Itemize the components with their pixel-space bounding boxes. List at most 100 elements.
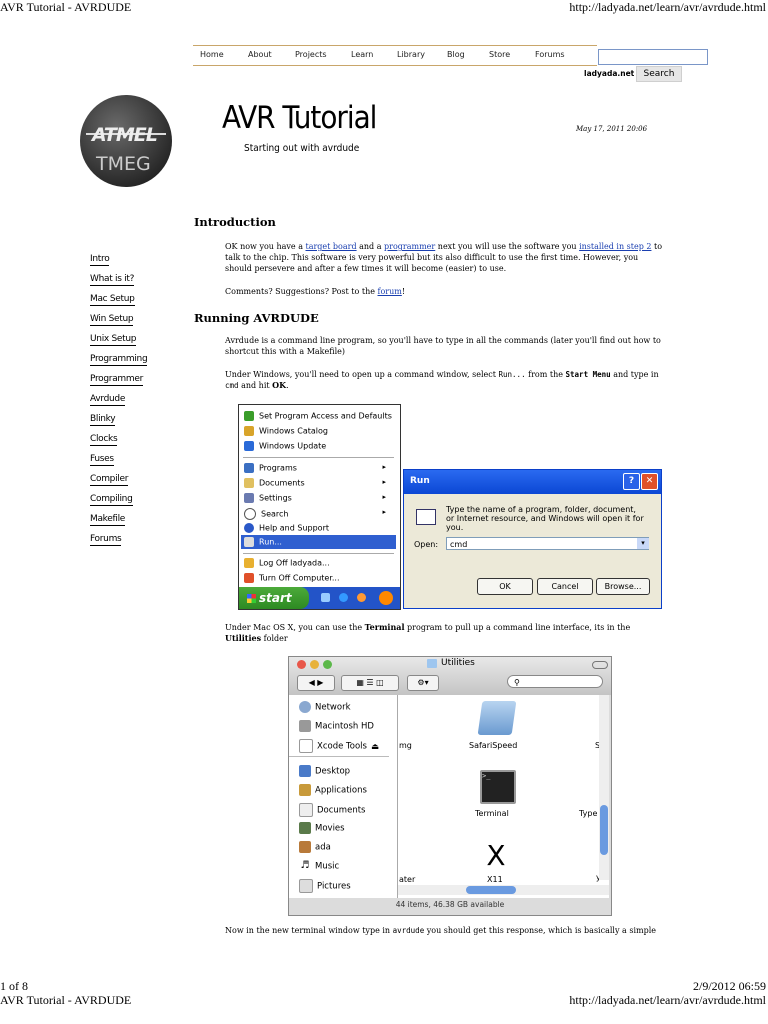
- sidebar-label: Documents: [317, 805, 366, 816]
- nav-home[interactable]: Home: [200, 50, 224, 59]
- nav-library[interactable]: Library: [397, 50, 425, 59]
- nav-store[interactable]: Store: [489, 50, 510, 59]
- sidebar-item-blinky[interactable]: Blinky: [90, 414, 116, 426]
- nav-projects[interactable]: Projects: [295, 50, 327, 59]
- nav-forums[interactable]: Forums: [535, 50, 565, 59]
- program-access-icon: [244, 411, 254, 421]
- documents-icon: [244, 478, 254, 488]
- close-icon[interactable]: [297, 660, 306, 669]
- logo-text-2: TMEG: [96, 153, 151, 175]
- sm-turn-off[interactable]: Turn Off Computer...: [244, 573, 340, 583]
- sidebar-music[interactable]: ♬ Music: [299, 860, 339, 872]
- x11-icon[interactable]: X: [481, 841, 511, 871]
- sm-search[interactable]: Search ▸: [244, 508, 394, 520]
- search-icon: [244, 508, 256, 520]
- code-cmd: cmd: [225, 381, 239, 390]
- sm-run[interactable]: Run...: [244, 537, 282, 547]
- sidebar-item-fuses[interactable]: Fuses: [90, 454, 114, 466]
- eject-icon[interactable]: ⏏: [371, 742, 379, 752]
- scroll-thumb[interactable]: [600, 805, 608, 855]
- help-button[interactable]: ?: [623, 473, 640, 490]
- sm-label: Run...: [259, 537, 282, 547]
- sidebar-desktop[interactable]: Desktop: [299, 765, 350, 777]
- firefox-icon[interactable]: [357, 593, 366, 602]
- sidebar-item-win-setup[interactable]: Win Setup: [90, 314, 134, 326]
- help-icon: [244, 523, 254, 533]
- cancel-button[interactable]: Cancel: [537, 578, 593, 595]
- sm-documents[interactable]: Documents ▸: [244, 478, 394, 488]
- finder-toolbar: Utilities ◀ ▶ ▦ ☰ ◫ ⚙▾ ⚲: [289, 657, 611, 695]
- scroll-thumb[interactable]: [466, 886, 516, 894]
- search-button[interactable]: Search: [636, 66, 682, 82]
- update-icon: [244, 441, 254, 451]
- horizontal-scrollbar[interactable]: [398, 885, 609, 895]
- sm-settings[interactable]: Settings ▸: [244, 493, 394, 503]
- view-mode-icon[interactable]: ▦ ☰ ◫: [341, 675, 399, 691]
- sm-windows-catalog[interactable]: Windows Catalog: [244, 426, 328, 436]
- sidebar-divider: [289, 756, 389, 757]
- sidebar-label: Macintosh HD: [315, 721, 374, 732]
- sidebar-item-mac-setup[interactable]: Mac Setup: [90, 294, 135, 306]
- minimize-icon[interactable]: [310, 660, 319, 669]
- sm-set-program-access[interactable]: Set Program Access and Defaults: [244, 411, 392, 421]
- sm-windows-update[interactable]: Windows Update: [244, 441, 326, 451]
- sidebar-ada[interactable]: ada: [299, 841, 331, 853]
- gear-icon[interactable]: ⚙▾: [407, 675, 439, 691]
- open-input[interactable]: cmd: [446, 537, 649, 550]
- firefox-icon-large[interactable]: [379, 591, 393, 605]
- toolbar-toggle-icon[interactable]: [592, 661, 608, 669]
- nav-blog[interactable]: Blog: [447, 50, 465, 59]
- sidebar-xcode-tools[interactable]: Xcode Tools ⏏: [299, 739, 379, 753]
- sidebar-documents[interactable]: Documents: [299, 803, 365, 817]
- text-run: OK now you have a: [225, 242, 306, 251]
- bold-utilities: Utilities: [225, 633, 262, 643]
- nav-learn[interactable]: Learn: [351, 50, 373, 59]
- search-icon[interactable]: ⚲: [507, 675, 603, 688]
- ie-icon[interactable]: [339, 593, 348, 602]
- finder-window: Utilities ◀ ▶ ▦ ☰ ◫ ⚙▾ ⚲ Network Macinto…: [288, 656, 612, 916]
- sm-programs[interactable]: Programs ▸: [244, 463, 394, 473]
- sm-log-off[interactable]: Log Off ladyada...: [244, 558, 330, 568]
- sidebar-item-compiling[interactable]: Compiling: [90, 494, 133, 506]
- sidebar-item-what-is-it[interactable]: What is it?: [90, 274, 134, 286]
- sidebar-pictures[interactable]: Pictures: [299, 879, 351, 893]
- quicklaunch-icon[interactable]: [321, 593, 330, 602]
- search-input[interactable]: [598, 49, 708, 65]
- sidebar-item-compiler[interactable]: Compiler: [90, 474, 128, 486]
- sidebar-item-clocks[interactable]: Clocks: [90, 434, 118, 446]
- sm-help-support[interactable]: Help and Support: [244, 523, 329, 533]
- text-run: next you will use the software you: [435, 242, 580, 251]
- chevron-down-icon[interactable]: ▾: [637, 538, 649, 549]
- link-target-board[interactable]: target board: [306, 242, 357, 251]
- sidebar-macintosh-hd[interactable]: Macintosh HD: [299, 720, 374, 732]
- sidebar-item-makefile[interactable]: Makefile: [90, 514, 125, 526]
- sidebar-network[interactable]: Network: [299, 701, 351, 713]
- text-run: Comments? Suggestions? Post to the: [225, 287, 378, 296]
- ok-button[interactable]: OK: [477, 578, 533, 595]
- start-button[interactable]: start: [239, 587, 309, 609]
- link-forum[interactable]: forum: [378, 287, 402, 296]
- sidebar-item-programming[interactable]: Programming: [90, 354, 148, 366]
- sidebar-movies[interactable]: Movies: [299, 822, 345, 834]
- sidebar-item-avrdude[interactable]: Avrdude: [90, 394, 125, 406]
- nav-about[interactable]: About: [248, 50, 272, 59]
- link-installed-step-2[interactable]: installed in step 2: [579, 242, 651, 251]
- back-forward-icon[interactable]: ◀ ▶: [297, 675, 335, 691]
- link-programmer[interactable]: programmer: [384, 242, 435, 251]
- sm-label: Search: [261, 509, 289, 519]
- sidebar-item-programmer[interactable]: Programmer: [90, 374, 143, 386]
- zoom-icon[interactable]: [323, 660, 332, 669]
- vertical-scrollbar[interactable]: [599, 695, 609, 880]
- browse-button[interactable]: Browse...: [596, 578, 650, 595]
- sidebar-item-forums[interactable]: Forums: [90, 534, 122, 546]
- running-paragraph-1: Avrdude is a command line program, so yo…: [225, 336, 661, 356]
- sidebar-item-unix-setup[interactable]: Unix Setup: [90, 334, 136, 346]
- sm-label: Programs: [259, 463, 297, 473]
- sidebar-applications[interactable]: Applications: [299, 784, 367, 796]
- terminal-icon[interactable]: >_: [480, 770, 516, 804]
- safarispeed-folder-icon[interactable]: [477, 701, 517, 735]
- close-button[interactable]: ✕: [641, 473, 658, 490]
- partial-label: ater: [399, 875, 416, 884]
- sidebar-item-intro[interactable]: Intro: [90, 254, 110, 266]
- sm-label: Windows Catalog: [259, 426, 328, 436]
